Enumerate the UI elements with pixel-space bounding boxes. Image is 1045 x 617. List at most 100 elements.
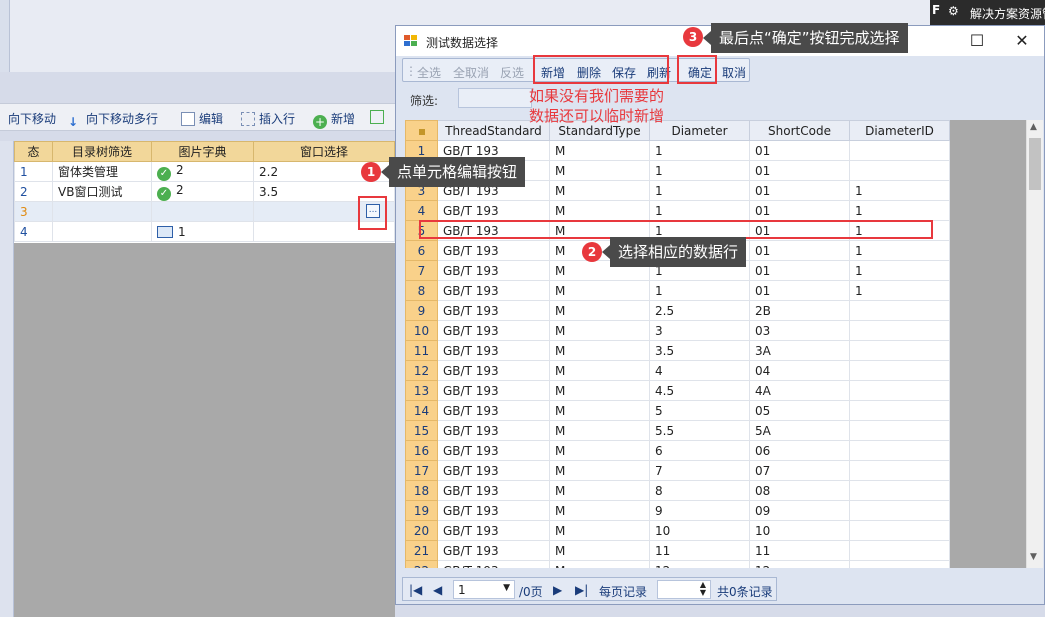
first-page-icon[interactable]: |◀	[409, 583, 422, 597]
grid-cell[interactable]: 2.5	[649, 300, 750, 321]
grid-cell[interactable]: 1	[649, 180, 750, 201]
grid-add-icon[interactable]	[370, 110, 388, 124]
grid-cell[interactable]	[849, 380, 950, 401]
per-page-input[interactable]: ▲ ▼	[657, 580, 711, 599]
table-row[interactable]: 17 GB/T 193 M 7 07	[405, 460, 950, 481]
grid-cell[interactable]: GB/T 193	[437, 320, 550, 341]
grid-cell[interactable]	[849, 440, 950, 461]
table-row[interactable]: 16 GB/T 193 M 6 06	[405, 440, 950, 461]
grid-cell[interactable]	[849, 520, 950, 541]
cancel-button[interactable]: 取消	[722, 64, 746, 81]
row-number[interactable]: 6	[405, 240, 438, 261]
grid-cell[interactable]: GB/T 193	[437, 460, 550, 481]
grid-cell[interactable]: GB/T 193	[437, 440, 550, 461]
grid-cell[interactable]: M	[549, 440, 650, 461]
grid-cell[interactable]: 4.5	[649, 380, 750, 401]
row-number[interactable]: 9	[405, 300, 438, 321]
select-all-button[interactable]: 全选	[417, 64, 441, 81]
grid-cell[interactable]: GB/T 193	[437, 520, 550, 541]
table-row[interactable]: 21 GB/T 193 M 11 11	[405, 540, 950, 561]
grid-cell[interactable]: M	[549, 340, 650, 361]
grid-cell[interactable]: M	[549, 180, 650, 201]
table-row[interactable]: 1 窗体类管理 ✓ 2 2.2	[14, 161, 395, 182]
add-button[interactable]: + 新增	[313, 110, 355, 129]
table-row[interactable]: 8 GB/T 193 M 1 01 1	[405, 280, 950, 301]
scroll-down-icon[interactable]: ▼	[1030, 552, 1037, 562]
grid-cell[interactable]: M	[549, 460, 650, 481]
grid-cell[interactable]: 11	[749, 540, 850, 561]
table-row[interactable]: 20 GB/T 193 M 10 10	[405, 520, 950, 541]
edit-button[interactable]: 编辑	[181, 110, 223, 127]
grid-cell[interactable]	[849, 480, 950, 501]
grid-cell[interactable]: 7	[649, 460, 750, 481]
row-number[interactable]: 8	[405, 280, 438, 301]
row-number[interactable]: 12	[405, 360, 438, 381]
row-number[interactable]: 10	[405, 320, 438, 341]
table-row[interactable]: 4 1	[14, 221, 395, 242]
prev-page-icon[interactable]: ◀	[433, 583, 442, 597]
grid-cell[interactable]: 10	[649, 520, 750, 541]
grid-cell[interactable]: GB/T 193	[437, 200, 550, 221]
grid-cell[interactable]: 3	[649, 320, 750, 341]
grid-cell[interactable]: 01	[749, 260, 850, 281]
bg-col-image[interactable]: 图片字典	[151, 141, 254, 162]
table-row[interactable]: 13 GB/T 193 M 4.5 4A	[405, 380, 950, 401]
grid-cell[interactable]: GB/T 193	[437, 500, 550, 521]
col-short-code[interactable]: ShortCode	[749, 120, 850, 141]
row-number[interactable]: 18	[405, 480, 438, 501]
gear-icon[interactable]: ⚙	[948, 4, 959, 18]
row-number[interactable]: 19	[405, 500, 438, 521]
table-row[interactable]: 19 GB/T 193 M 9 09	[405, 500, 950, 521]
grid-cell[interactable]: 6	[649, 440, 750, 461]
grid-cell[interactable]: 3.5	[649, 340, 750, 361]
grid-cell[interactable]	[849, 420, 950, 441]
grid-cell[interactable]	[849, 160, 950, 181]
grid-cell[interactable]: M	[549, 160, 650, 181]
row-number[interactable]: 20	[405, 520, 438, 541]
next-page-icon[interactable]: ▶	[553, 583, 562, 597]
grid-cell[interactable]: M	[549, 420, 650, 441]
grid-cell[interactable]: GB/T 193	[437, 380, 550, 401]
grid-cell[interactable]	[849, 560, 950, 568]
row-number[interactable]: 16	[405, 440, 438, 461]
spinner-icon[interactable]: ▲ ▼	[700, 581, 706, 597]
table-row[interactable]: 11 GB/T 193 M 3.5 3A	[405, 340, 950, 361]
grid-cell[interactable]: GB/T 193	[437, 400, 550, 421]
grid-cell[interactable]: 01	[749, 140, 850, 161]
grid-cell[interactable]: GB/T 193	[437, 240, 550, 261]
grid-cell[interactable]: M	[549, 560, 650, 568]
grid-cell[interactable]: 1	[649, 160, 750, 181]
grid-cell[interactable]: 01	[749, 280, 850, 301]
grid-cell[interactable]: GB/T 193	[437, 420, 550, 441]
grid-cell[interactable]: 2B	[749, 300, 850, 321]
insert-row-button[interactable]: 插入行	[241, 110, 295, 127]
grid-cell[interactable]: M	[549, 480, 650, 501]
row-number[interactable]: 4	[405, 200, 438, 221]
grid-cell[interactable]: 04	[749, 360, 850, 381]
grid-cell[interactable]: 9	[649, 500, 750, 521]
table-row[interactable]: 9 GB/T 193 M 2.5 2B	[405, 300, 950, 321]
grid-cell[interactable]	[849, 300, 950, 321]
page-number-input[interactable]: 1 ▼	[453, 580, 515, 599]
grid-cell[interactable]: 12	[749, 560, 850, 568]
grid-cell[interactable]: 10	[749, 520, 850, 541]
grid-cell[interactable]: 5	[649, 400, 750, 421]
background-left-splitter[interactable]	[0, 141, 14, 617]
grid-cell[interactable]: 5A	[749, 420, 850, 441]
deselect-all-button[interactable]: 全取消	[453, 64, 489, 81]
grid-cell[interactable]: 01	[749, 240, 850, 261]
close-button[interactable]: ✕	[1007, 30, 1037, 52]
row-number[interactable]: 11	[405, 340, 438, 361]
table-row[interactable]: 14 GB/T 193 M 5 05	[405, 400, 950, 421]
grid-cell[interactable]: M	[549, 380, 650, 401]
grid-cell[interactable]: 12	[649, 560, 750, 568]
grid-cell[interactable]: M	[549, 200, 650, 221]
grid-cell[interactable]: M	[549, 500, 650, 521]
table-row[interactable]: 12 GB/T 193 M 4 04	[405, 360, 950, 381]
grid-cell[interactable]: GB/T 193	[437, 300, 550, 321]
grid-cell[interactable]: 11	[649, 540, 750, 561]
grid-cell[interactable]: 01	[749, 160, 850, 181]
grid-cell[interactable]	[849, 540, 950, 561]
bg-col-tree[interactable]: 目录树筛选	[52, 141, 152, 162]
grid-cell[interactable]	[849, 320, 950, 341]
